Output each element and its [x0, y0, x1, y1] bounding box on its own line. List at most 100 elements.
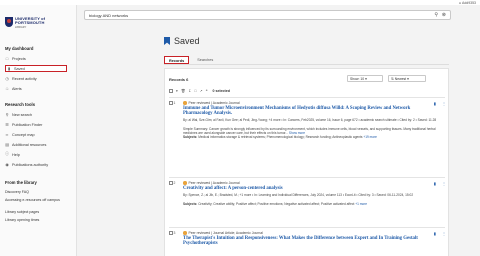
cite-icon[interactable]: ❝	[206, 89, 208, 93]
record-title[interactable]: The Therapist's Intuition and Responsive…	[183, 236, 435, 247]
list-item: 1 Peer reviewed | Academic Journal ▮ ⋮ I…	[169, 101, 446, 149]
tab-bar: Records Searches	[164, 56, 449, 65]
bulk-toolbar: ▾ 🗑 ↧ □ ↗ ❝ 0 selected	[169, 89, 230, 93]
more-options-icon[interactable]: ⋮	[442, 101, 446, 106]
search-bar: ⚲ ⊗	[84, 10, 451, 20]
logo-text: UNIVERSITY of PORTSMOUTH LIBRARY	[15, 16, 45, 30]
sidebar-item-label: Recent activity	[12, 76, 37, 81]
record-checkbox[interactable]	[169, 231, 173, 235]
share-icon[interactable]: ↗	[200, 89, 203, 93]
more-options-icon[interactable]: ⋮	[442, 181, 446, 186]
folder-icon[interactable]: □	[194, 89, 196, 93]
bell-icon: ♧	[5, 87, 9, 91]
book-icon: ☰	[5, 123, 9, 127]
research-heading: Research tools	[5, 102, 36, 107]
record-type: Peer reviewed | Academic Journal	[183, 101, 240, 105]
record-title[interactable]: Immune and Tumor Microenvironment Mechan…	[183, 106, 435, 117]
sidebar-item-projects[interactable]: □ Projects	[5, 55, 67, 62]
user-icon: ●	[458, 1, 461, 5]
results-panel: Records 6 Show: 10 ▾ ⇅ Newest ▾ ▾ 🗑 ↧ □ …	[164, 68, 449, 256]
sidebar-item-concept-map[interactable]: ∞ Concept map	[5, 131, 67, 138]
record-subjects: Subjects: Creativity; Creative ability; …	[183, 202, 368, 206]
chevron-down-icon[interactable]: ▾	[176, 89, 178, 93]
search-icon[interactable]: ⚲	[434, 12, 438, 18]
logo-line3: LIBRARY	[15, 25, 27, 29]
sidebar-item-label: Concept map	[12, 132, 35, 137]
record-number: 2	[169, 181, 175, 185]
more-options-icon[interactable]: ⋮	[442, 231, 446, 236]
records-count: Records 6	[169, 77, 189, 82]
divider	[169, 177, 445, 178]
list-item: 3 Peer reviewed | Journal Article; Acade…	[169, 231, 446, 255]
bookmark-icon: ▮	[7, 67, 11, 71]
search-input[interactable]	[89, 12, 409, 19]
record-subjects: Subjects: Medical informatics storage & …	[183, 135, 377, 139]
record-byline: By: al Wai, Sze-Gim; al Fanli, Kun Gee; …	[183, 118, 437, 122]
sidebar-item-label: Saved	[14, 66, 25, 71]
record-checkbox[interactable]	[169, 181, 173, 185]
search-icon: ⚲	[5, 113, 9, 117]
divider	[169, 97, 445, 98]
sidebar-item-new-search[interactable]: ⚲ New search	[5, 111, 67, 118]
record-checkbox[interactable]	[169, 101, 173, 105]
divider	[169, 227, 445, 228]
clear-icon[interactable]: ⊗	[442, 12, 446, 18]
peer-reviewed-icon	[183, 231, 187, 235]
record-number: 1	[169, 101, 175, 105]
user-menu[interactable]: ● Add9353	[459, 1, 476, 5]
page-size-select[interactable]: Show: 10 ▾	[347, 75, 383, 82]
sidebar-item-label: New search	[12, 112, 33, 117]
record-actions: ▮ ⋮	[434, 101, 446, 106]
sort-icon: ⇅	[391, 77, 394, 81]
sidebar-item-saved[interactable]: ▮ Saved	[5, 65, 67, 72]
tab-records[interactable]: Records	[164, 56, 190, 64]
university-logo[interactable]: UNIVERSITY of PORTSMOUTH LIBRARY	[5, 16, 45, 30]
sidebar-item-alerts[interactable]: ♧ Alerts	[5, 85, 67, 92]
chevron-down-icon: ▾	[407, 77, 409, 81]
sidebar-item-label: Projects	[12, 56, 26, 61]
map-icon: ∞	[5, 132, 9, 137]
record-abstract: Simple Summary: Cancer growth is strongl…	[183, 127, 436, 135]
download-icon[interactable]: ↧	[188, 89, 191, 93]
sidebar-item-publication-finder[interactable]: ☰ Publication Finder	[5, 121, 67, 128]
bookmark-icon	[164, 37, 170, 45]
library-link-faq[interactable]: Discovery FAQ	[5, 190, 67, 194]
record-type: Peer reviewed | Journal Article; Academi…	[183, 231, 263, 235]
sidebar-item-publications-authority[interactable]: ◉ Publications authority	[5, 161, 67, 168]
sidebar-item-help[interactable]: ⓘ Help	[5, 151, 67, 158]
folder-icon: □	[5, 56, 9, 61]
record-type: Peer reviewed | Academic Journal	[183, 181, 240, 185]
library-link-subject-pages[interactable]: Library subject pages	[5, 210, 67, 214]
sort-select[interactable]: ⇅ Newest ▾	[388, 75, 426, 82]
sidebar-item-additional-resources[interactable]: ▤ Additional resources	[5, 141, 67, 148]
sidebar: UNIVERSITY of PORTSMOUTH LIBRARY My dash…	[0, 5, 77, 256]
user-name: Add9353	[461, 1, 476, 5]
authority-icon: ◉	[5, 163, 9, 167]
page-title: Saved	[164, 36, 200, 46]
record-actions: ▮ ⋮	[434, 231, 446, 236]
library-link-off-campus[interactable]: Accessing e-resources off campus	[5, 198, 67, 202]
peer-reviewed-icon	[183, 101, 187, 105]
dashboard-heading: My dashboard	[5, 46, 34, 51]
chevron-down-icon: ▾	[365, 77, 367, 81]
logo-line2: PORTSMOUTH	[15, 20, 45, 26]
record-number: 3	[169, 231, 175, 235]
more-subjects-link[interactable]: +1 more	[355, 202, 367, 206]
clock-icon: ◷	[5, 77, 9, 81]
resource-icon: ▤	[5, 143, 9, 147]
tab-searches[interactable]: Searches	[193, 56, 217, 64]
record-title[interactable]: Creativity and affect: A person-centered…	[183, 186, 435, 191]
sidebar-item-label: Additional resources	[12, 142, 47, 147]
record-byline: By: Spence, Z.; al Jib, E.; Bradsted, M.…	[183, 193, 414, 197]
help-icon: ⓘ	[5, 152, 9, 156]
selected-count: 0 selected	[212, 89, 230, 93]
select-all-checkbox[interactable]	[169, 89, 173, 93]
more-subjects-link[interactable]: +19 more	[363, 135, 377, 139]
sidebar-item-recent-activity[interactable]: ◷ Recent activity	[5, 75, 67, 82]
library-link-opening-times[interactable]: Library opening times	[5, 218, 67, 222]
delete-icon[interactable]: 🗑	[181, 89, 186, 93]
sidebar-item-label: Alerts	[12, 86, 22, 91]
library-heading: From the library	[5, 180, 37, 185]
sidebar-item-label: Publications authority	[12, 162, 49, 167]
page-title-text: Saved	[174, 36, 200, 46]
